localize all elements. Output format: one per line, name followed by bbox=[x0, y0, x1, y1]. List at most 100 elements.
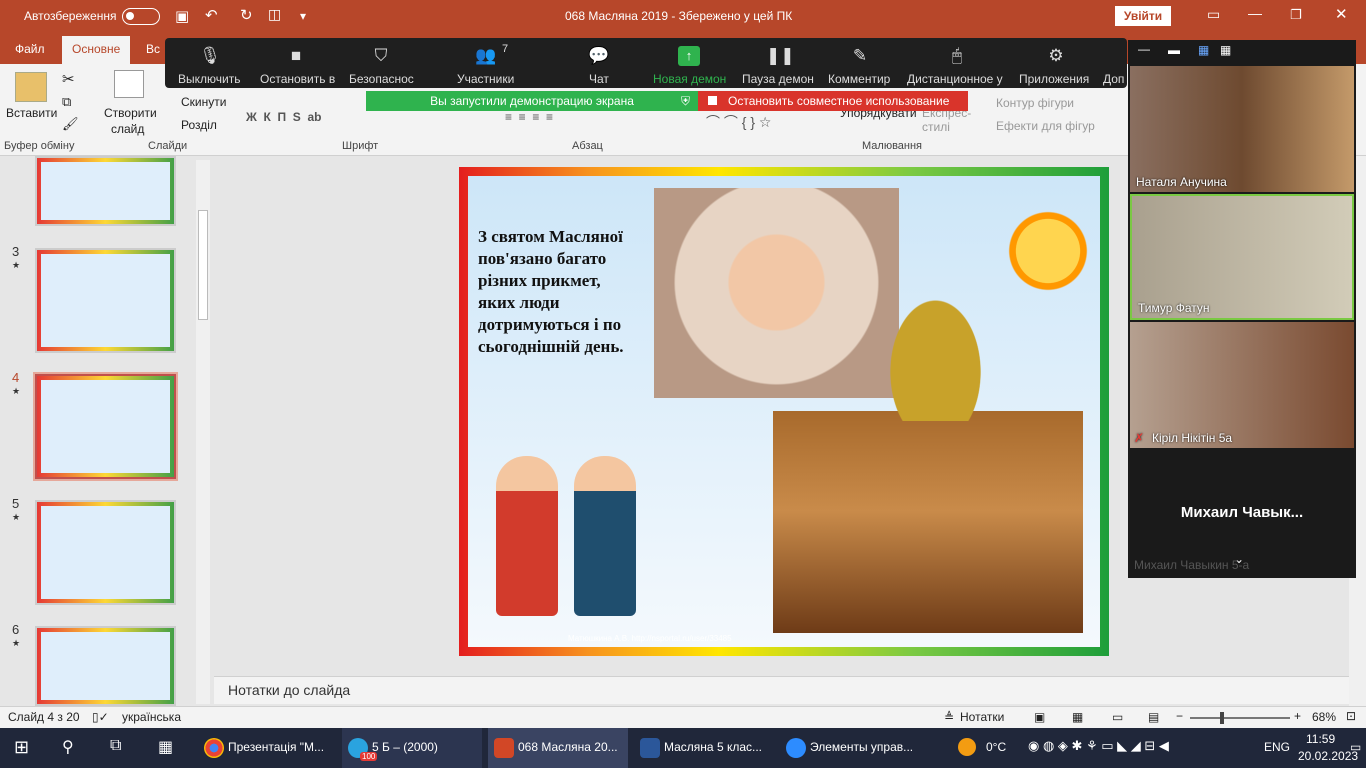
video-button[interactable]: Остановить в bbox=[260, 72, 335, 86]
apps-icon[interactable]: ⚙ bbox=[1045, 46, 1067, 66]
slide-canvas[interactable]: З святом Масляної пов'язано багато різни… bbox=[459, 167, 1109, 656]
minimize-panel-icon[interactable]: — bbox=[1138, 42, 1150, 56]
paragraph-align-buttons[interactable]: ≡ ≡ ≡ ≡ bbox=[505, 110, 553, 124]
font-style-buttons[interactable]: Ж К П S ab bbox=[246, 110, 321, 124]
new-slide-icon[interactable] bbox=[114, 70, 144, 98]
shapes-gallery[interactable]: ⌒ ⌒ { } ☆ bbox=[706, 112, 771, 132]
remote-control-button[interactable]: Дистанционное у bbox=[907, 72, 1003, 86]
restore-icon[interactable]: ❐ bbox=[1290, 7, 1302, 23]
section-button[interactable]: Розділ bbox=[181, 118, 217, 132]
spellcheck-icon[interactable]: ▯✓ bbox=[92, 710, 109, 724]
chat-button[interactable]: Чат bbox=[589, 72, 609, 86]
signin-button[interactable]: Увійти bbox=[1115, 6, 1171, 26]
participants-icon[interactable]: 👥 bbox=[475, 46, 497, 66]
pause-icon[interactable]: ❚❚ bbox=[766, 46, 795, 66]
paste-button[interactable]: Вставити bbox=[6, 106, 57, 120]
notes-toggle[interactable]: Нотатки bbox=[960, 710, 1004, 724]
windows-start-icon[interactable]: ⊞ bbox=[14, 737, 29, 758]
girl-photo[interactable] bbox=[654, 188, 899, 398]
present-icon[interactable]: ◫ bbox=[268, 6, 281, 23]
zoom-slider[interactable] bbox=[1190, 712, 1290, 724]
new-slide-button[interactable]: Створити bbox=[104, 106, 157, 120]
pancakes-image[interactable] bbox=[773, 411, 1083, 633]
zoom-slider-thumb[interactable] bbox=[1220, 712, 1224, 724]
fit-slide-icon[interactable]: ⊡ bbox=[1346, 709, 1356, 723]
gallery-icon[interactable]: ▦ bbox=[1198, 43, 1209, 57]
zoom-level[interactable]: 68% bbox=[1312, 710, 1336, 724]
apps-button[interactable]: Приложения bbox=[1019, 72, 1089, 86]
calculator-icon[interactable]: ▦ bbox=[158, 737, 173, 757]
minimize-icon[interactable]: — bbox=[1248, 5, 1262, 21]
grid-icon[interactable]: ▦ bbox=[1220, 43, 1231, 57]
format-painter-icon[interactable]: 🖌 bbox=[62, 116, 79, 132]
taskbar-zoom[interactable]: Элементы управ... bbox=[780, 728, 920, 768]
language-indicator[interactable]: українська bbox=[122, 710, 181, 724]
slide-thumbnail-5[interactable] bbox=[35, 500, 176, 605]
notes-pane[interactable]: Нотатки до слайда bbox=[214, 676, 1349, 704]
slide-thumbnail-3[interactable] bbox=[35, 248, 176, 353]
save-icon[interactable]: ▣ bbox=[175, 7, 189, 25]
sorter-view-icon[interactable]: ▦ bbox=[1072, 710, 1083, 724]
taskbar-chrome[interactable]: Презентація "М... bbox=[198, 728, 338, 768]
participants-button[interactable]: Участники bbox=[457, 72, 514, 86]
tab-file[interactable]: Файл bbox=[15, 42, 45, 56]
zoom-out-icon[interactable]: − bbox=[1176, 709, 1183, 723]
thumbnails-scrollbar[interactable] bbox=[196, 160, 210, 704]
paste-icon[interactable] bbox=[15, 72, 47, 102]
weather-icon[interactable] bbox=[958, 738, 976, 756]
notes-toggle-icon[interactable]: ≜ bbox=[944, 710, 954, 724]
shape-effects-button[interactable]: Ефекти для фігур bbox=[996, 119, 1095, 133]
mute-button[interactable]: Выключить bbox=[178, 72, 240, 86]
slide-thumbnail-2[interactable] bbox=[35, 156, 176, 226]
copy-icon[interactable]: ⧉ bbox=[62, 94, 71, 110]
annotate-button[interactable]: Комментир bbox=[828, 72, 890, 86]
remote-control-icon[interactable]: 🖱 bbox=[946, 46, 968, 66]
taskbar-word[interactable]: Масляна 5 клас... bbox=[634, 728, 774, 768]
scroll-thumb[interactable] bbox=[198, 210, 208, 320]
taskbar-telegram[interactable]: 100 5 Б – (2000) bbox=[342, 728, 482, 768]
autosave-toggle[interactable] bbox=[122, 8, 160, 25]
tray-icons[interactable]: ◉ ◍ ◈ ✱ ⚘ ▭ ◣ ◢ ⊟ ◀ bbox=[1028, 738, 1169, 754]
clock-time[interactable]: 11:59 bbox=[1306, 732, 1335, 746]
notifications-icon[interactable]: ▭ bbox=[1350, 740, 1361, 754]
more-button[interactable]: Доп bbox=[1103, 72, 1124, 86]
reading-view-icon[interactable]: ▭ bbox=[1112, 710, 1123, 724]
two-women-image[interactable] bbox=[488, 456, 648, 616]
view-icon[interactable]: ▬ bbox=[1168, 43, 1180, 57]
normal-view-icon[interactable]: ▣ bbox=[1034, 710, 1045, 724]
slide-text[interactable]: З святом Масляної пов'язано багато різни… bbox=[478, 226, 640, 358]
tab-home[interactable]: Основне bbox=[62, 36, 131, 64]
close-icon[interactable]: ✕ bbox=[1335, 5, 1348, 23]
undo-icon[interactable]: ↶ bbox=[205, 6, 218, 24]
weather-temp[interactable]: 0°C bbox=[986, 740, 1006, 754]
tab-insert[interactable]: Вс bbox=[146, 42, 160, 56]
slide-thumbnail-6[interactable] bbox=[35, 626, 176, 706]
cut-icon[interactable]: ✂ bbox=[62, 70, 75, 88]
microphone-icon[interactable]: 🎙 bbox=[199, 46, 221, 66]
straw-doll-image[interactable] bbox=[878, 281, 993, 421]
redo-icon[interactable]: ↻ bbox=[240, 6, 253, 24]
annotate-icon[interactable]: ✎ bbox=[849, 46, 871, 66]
video-icon[interactable]: ■ bbox=[285, 46, 307, 66]
reset-button[interactable]: Скинути bbox=[181, 95, 226, 109]
zoom-in-icon[interactable]: + bbox=[1294, 709, 1301, 723]
share-screen-button[interactable]: Новая демон bbox=[653, 72, 726, 86]
chat-icon[interactable]: 💬 bbox=[588, 46, 610, 66]
share-screen-icon[interactable]: ↑ bbox=[678, 46, 700, 66]
security-button[interactable]: Безопаснос bbox=[349, 72, 414, 86]
shield-icon[interactable]: ⛉ bbox=[370, 46, 392, 66]
stop-share-button[interactable]: Остановить совместное использование bbox=[698, 91, 968, 111]
slide-thumbnail-4-selected[interactable] bbox=[33, 372, 178, 481]
input-language[interactable]: ENG bbox=[1264, 740, 1290, 754]
participant-video[interactable]: Наталя Анучина bbox=[1130, 66, 1354, 192]
search-icon[interactable]: ⚲ bbox=[62, 737, 74, 757]
pause-share-button[interactable]: Пауза демон bbox=[742, 72, 814, 86]
ribbon-display-icon[interactable]: ▭ bbox=[1207, 6, 1220, 23]
shape-outline-button[interactable]: Контур фігури bbox=[996, 96, 1074, 110]
customize-qat-icon[interactable]: ▾ bbox=[300, 9, 306, 23]
slideshow-view-icon[interactable]: ▤ bbox=[1148, 710, 1159, 724]
participant-video[interactable]: Кірiл Нікітін 5а ✗ bbox=[1130, 322, 1354, 448]
participant-video-active[interactable]: Тимур Фатун bbox=[1130, 194, 1354, 320]
task-view-icon[interactable]: ⧉ bbox=[110, 737, 121, 755]
taskbar-powerpoint[interactable]: 068 Масляна 20... bbox=[488, 728, 628, 768]
